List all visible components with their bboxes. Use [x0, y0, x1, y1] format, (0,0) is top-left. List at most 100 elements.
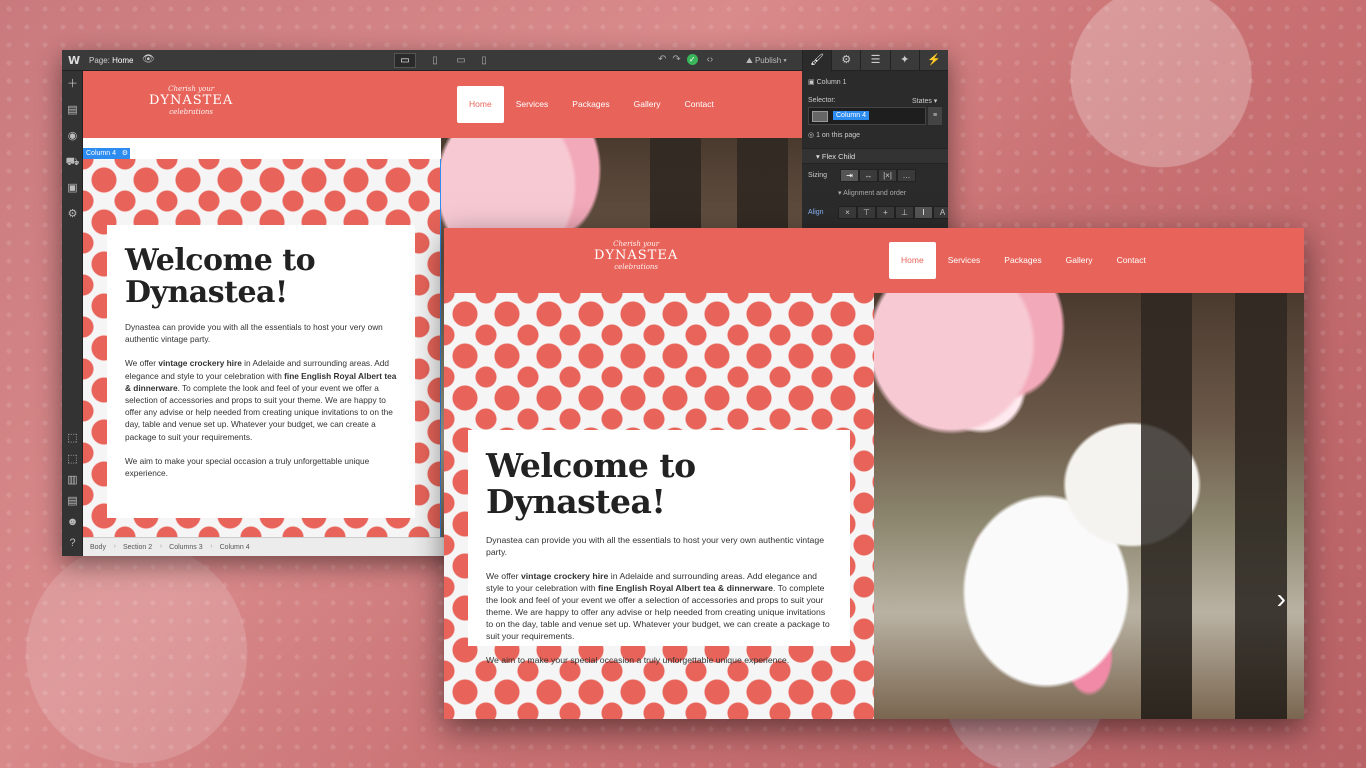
ecommerce-icon[interactable]: ⛟ [62, 149, 83, 175]
sizing-label: Sizing [808, 172, 828, 179]
preview-nav-menu: Home Services Packages Gallery Contact [889, 242, 1158, 279]
align-baseline-button[interactable]: A [933, 206, 948, 219]
preview-nav-contact[interactable]: Contact [1105, 242, 1158, 279]
welcome-heading: Welcome to Dynastea! [125, 243, 316, 310]
chevron-right-icon[interactable]: › [1277, 585, 1286, 613]
nav-home[interactable]: Home [457, 86, 504, 123]
nav-packages[interactable]: Packages [560, 86, 621, 123]
style-brush-icon[interactable]: 🖌 [802, 50, 832, 71]
page-name: Home [112, 56, 134, 65]
add-icon[interactable]: ＋ [62, 71, 83, 97]
selector-label: Selector: [808, 97, 836, 104]
sizing-buttons: ⇥ ↔ |×| … [840, 169, 916, 182]
alignment-order-label: Alignment and order [843, 190, 907, 197]
preview-welcome-heading: Welcome to Dynastea! [486, 446, 696, 521]
lightning-icon[interactable]: ⚡ [918, 50, 948, 71]
intro-paragraph: Dynastea can provide you with all the es… [125, 322, 383, 345]
grid-icon[interactable]: ▥ [62, 470, 83, 491]
select-tool-icon[interactable]: ⬚ [62, 428, 83, 449]
alignment-order-toggle[interactable]: ▾ Alignment and order [838, 189, 906, 197]
right-panel-tabs: 🖌 ⚙ ☰ ✦ ⚡ [802, 50, 948, 71]
align-none-button[interactable]: × [838, 206, 857, 219]
preview-nav-services[interactable]: Services [936, 242, 993, 279]
pv-p2-a: We offer [486, 571, 521, 581]
selector-tag[interactable]: Column 4 [833, 111, 869, 120]
settings-icon[interactable]: ⚙ [62, 201, 83, 227]
element-outline-icon[interactable]: ⬚ [62, 449, 83, 470]
photo-window [1235, 293, 1287, 719]
selector-swatch [812, 111, 828, 122]
preview-closing-paragraph: We aim to make your special occasion a t… [486, 655, 790, 665]
preview-intro-paragraph: Dynastea can provide you with all the es… [486, 535, 825, 557]
align-stretch-button[interactable]: I [914, 206, 933, 219]
align-start-button[interactable]: ⊤ [857, 206, 876, 219]
editor-top-bar: W Page: Home 👁 ▭ ▯ ▭ ▯ ↶ ↷ ✓ ‹› ⛰ Publish … [62, 50, 948, 71]
nav-contact[interactable]: Contact [673, 86, 726, 123]
preview-eye-icon[interactable]: 👁 [142, 54, 155, 65]
preview-brand-tagline-bottom: celebrations [614, 263, 659, 271]
pv-p2-b: vintage crockery hire [520, 571, 609, 581]
align-end-button[interactable]: ⊥ [895, 206, 914, 219]
states-label: States [912, 98, 932, 105]
assets-icon[interactable]: ▣ [62, 175, 83, 201]
align-buttons: × ⊤ + ⊥ I A [838, 206, 948, 219]
element-title: ▣ Column 1 [808, 79, 847, 86]
desktop-icon[interactable]: ▭ [394, 53, 416, 68]
left-toolbar: ＋ ▤ ◉ ⛟ ▣ ⚙ ⬚ ⬚ ▥ ▤ ☻ ? [62, 71, 83, 556]
mobile-landscape-icon[interactable]: ▭ [450, 53, 472, 68]
nav-gallery[interactable]: Gallery [622, 86, 673, 123]
services-paragraph: We offer vintage crockery hire in Adelai… [125, 357, 397, 442]
navigator-icon[interactable]: ☰ [860, 50, 889, 71]
preview-nav-home[interactable]: Home [889, 242, 936, 279]
photo-window [1140, 293, 1193, 719]
flex-child-section[interactable]: ▾ Flex Child [802, 148, 948, 164]
preview-brand-name: DYNASTEA [594, 248, 679, 263]
sizing-shrink-button[interactable]: ⇥ [840, 169, 859, 182]
team-icon[interactable]: ☻ [62, 512, 83, 533]
selector-field[interactable]: Column 4 [808, 107, 926, 125]
welcome-card[interactable]: Welcome to Dynastea! Dynastea can provid… [107, 225, 415, 518]
brand-logo[interactable]: Cherish your DYNASTEA celebrations [149, 85, 233, 116]
selected-element-badge[interactable]: Column 4 [83, 148, 130, 159]
flex-child-label: Flex Child [821, 152, 856, 161]
closing-paragraph: We aim to make your special occasion a t… [125, 455, 370, 479]
nav-menu: Home Services Packages Gallery Contact [457, 86, 726, 123]
crumb-column[interactable]: Column 4 [213, 544, 260, 551]
code-icon[interactable]: ‹› [707, 54, 714, 65]
sizing-grow-button[interactable]: ↔ [859, 169, 878, 182]
interactions-icon[interactable]: ✦ [889, 50, 919, 71]
nav-services[interactable]: Services [504, 86, 561, 123]
preview-nav-gallery[interactable]: Gallery [1054, 242, 1105, 279]
webflow-logo[interactable]: W [68, 54, 80, 67]
states-dropdown[interactable]: States ▾ [912, 97, 937, 105]
page-selector[interactable]: Page: Home [89, 56, 133, 65]
preview-brand-logo[interactable]: Cherish your DYNASTEA celebrations [594, 240, 678, 271]
align-center-button[interactable]: + [876, 206, 895, 219]
undo-icon[interactable]: ↶ [658, 54, 666, 65]
selector-menu-button[interactable]: ≡ [928, 107, 942, 125]
page-label: Page: [89, 56, 110, 65]
pv-p2-d: fine English Royal Albert tea & dinnerwa… [598, 583, 773, 593]
help-icon[interactable]: ? [62, 533, 83, 554]
p2-a: We offer [125, 358, 159, 369]
top-actions: ↶ ↷ ✓ ‹› [658, 54, 719, 65]
crumb-columns[interactable]: Columns 3 [162, 543, 213, 551]
publish-label: Publish [754, 56, 782, 65]
tablet-icon[interactable]: ▯ [424, 53, 446, 68]
sizing-none-button[interactable]: |×| [878, 169, 897, 182]
on-page-count: ◎ 1 on this page [808, 132, 861, 139]
publish-button[interactable]: ⛰ Publish ▾ [746, 56, 787, 66]
gear-icon[interactable]: ⚙ [831, 50, 860, 71]
crumb-section[interactable]: Section 2 [116, 543, 162, 551]
sizing-more-button[interactable]: … [897, 169, 916, 182]
cms-icon[interactable]: ◉ [62, 123, 83, 149]
preview-navbar: Cherish your DYNASTEA celebrations Home … [444, 228, 1304, 293]
mobile-icon[interactable]: ▯ [473, 53, 495, 68]
site-navbar: Cherish your DYNASTEA celebrations Home … [83, 71, 802, 138]
pages-icon[interactable]: ▤ [62, 97, 83, 123]
brand-name: DYNASTEA [149, 93, 234, 108]
audit-icon[interactable]: ▤ [62, 491, 83, 512]
crumb-body[interactable]: Body [83, 543, 116, 551]
preview-nav-packages[interactable]: Packages [992, 242, 1053, 279]
redo-icon[interactable]: ↷ [672, 54, 680, 65]
